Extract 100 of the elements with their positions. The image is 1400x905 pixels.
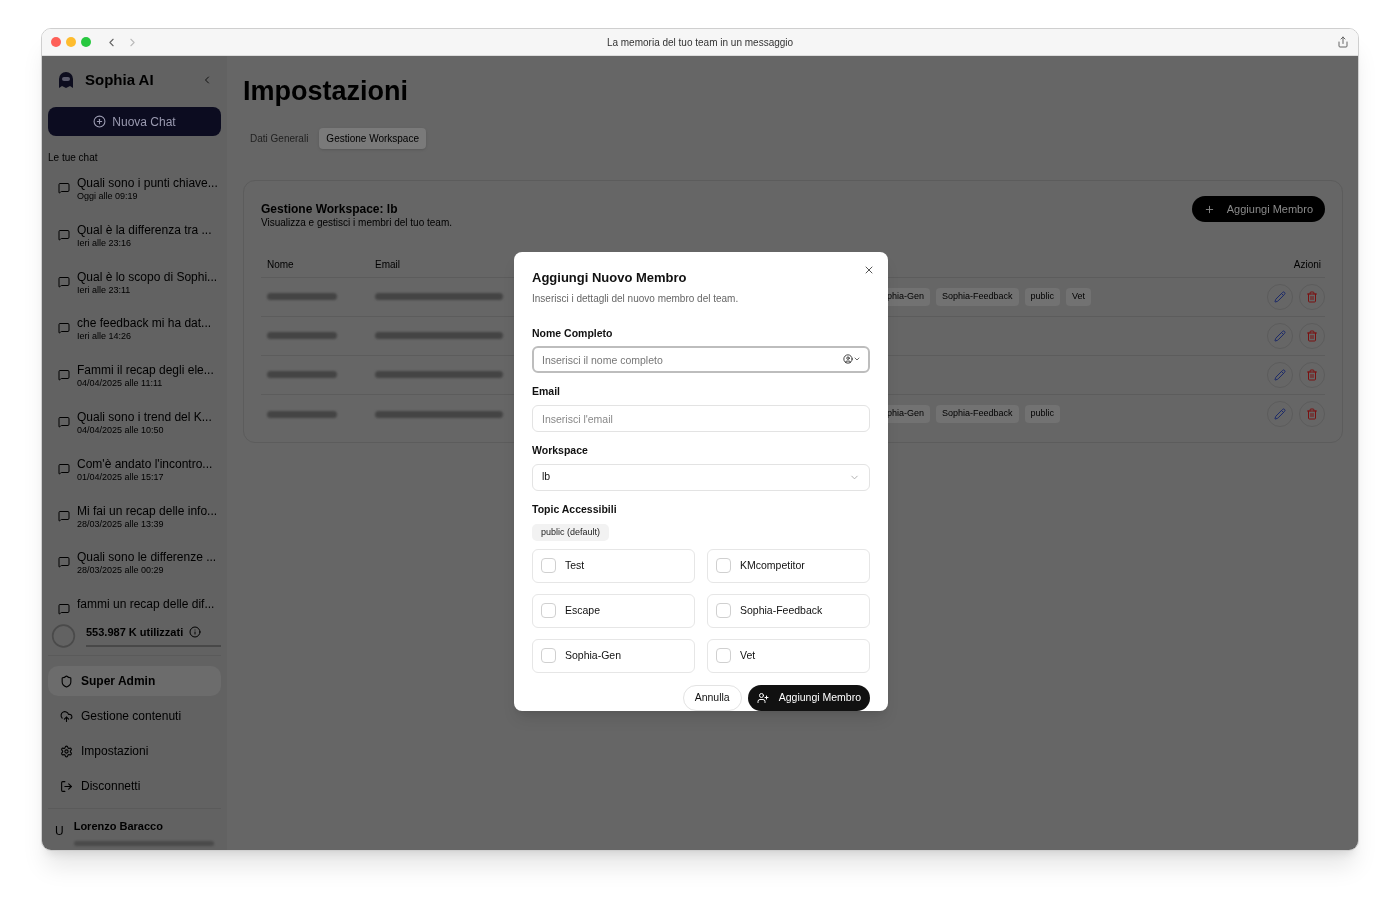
chat-item[interactable]: fammi un recap delle dif... xyxy=(48,598,221,621)
chat-title: Quali sono i punti chiave... xyxy=(77,177,218,189)
tab[interactable]: Dati Generali xyxy=(243,128,316,149)
topic-option[interactable]: Sophia-Gen xyxy=(532,638,695,673)
brand-name: Sophia AI xyxy=(85,69,154,90)
chat-title: Qual è la differenza tra ... xyxy=(77,223,212,236)
chat-item[interactable]: Mi fai un recap delle info... 28/03/2025 alle 13:39 xyxy=(48,504,221,552)
chat-title: Quali sono i trend del K... xyxy=(77,411,212,423)
chat-time: 04/04/2025 alle 11:11 xyxy=(77,379,164,389)
chat-bubble-icon xyxy=(58,416,70,428)
default-topic-tag: public (default) xyxy=(532,523,610,541)
submit-button[interactable]: Aggiungi Membro xyxy=(747,684,870,711)
add-member-button[interactable]: Aggiungi Membro xyxy=(1191,196,1325,222)
section-label: Le tue chat xyxy=(48,151,99,165)
robot-logo-icon xyxy=(56,70,76,90)
chat-time: 28/03/2025 alle 00:29 xyxy=(77,566,165,576)
chat-bubble-icon xyxy=(58,275,70,288)
checkbox[interactable] xyxy=(716,558,731,573)
chat-time: 28/03/2025 alle 13:39 xyxy=(77,519,165,529)
tab[interactable]: Gestione Workspace xyxy=(319,128,426,149)
upload-icon xyxy=(60,709,73,723)
user-initial: U xyxy=(55,823,64,841)
shield-icon xyxy=(60,674,73,688)
chat-title: Mi fai un recap delle info... xyxy=(77,504,218,517)
column-header: Azioni xyxy=(1293,257,1322,272)
nav-item[interactable]: Gestione contenuti xyxy=(48,701,221,732)
chat-bubble-icon xyxy=(58,322,70,335)
topic-option[interactable]: Escape xyxy=(532,593,695,628)
blurred-name xyxy=(267,332,337,339)
name-input[interactable]: Inserisci il nome completo xyxy=(532,346,870,374)
plus-icon xyxy=(1203,203,1215,215)
dialog-title: Aggiungi Nuovo Membro xyxy=(532,269,688,287)
user-name: Lorenzo Baracco xyxy=(73,819,164,835)
usage-text: 553.987 K utilizzati xyxy=(86,624,184,640)
user-circle-icon xyxy=(843,354,853,365)
chat-time: 01/04/2025 alle 15:17 xyxy=(77,472,165,482)
checkbox[interactable] xyxy=(541,603,556,618)
chat-time: Oggi alle 09:19 xyxy=(77,192,139,201)
chat-time: Ieri alle 14:26 xyxy=(77,332,133,342)
card-title: Gestione Workspace: lb xyxy=(261,202,399,217)
logout-icon xyxy=(60,779,73,793)
chat-time: Ieri alle 23:11 xyxy=(77,285,132,295)
chat-title: fammi un recap delle dif... xyxy=(77,598,215,611)
user-plus-icon xyxy=(756,691,769,704)
column-header: Email xyxy=(375,257,400,272)
chat-title: Qual è lo scopo di Sophi... xyxy=(77,270,218,283)
workspace-select[interactable]: lb xyxy=(532,463,870,491)
pencil-icon xyxy=(1274,290,1286,303)
pencil-icon xyxy=(1274,368,1286,381)
chat-bubble-icon xyxy=(58,509,70,522)
field-label: Workspace xyxy=(532,443,589,458)
topic-option[interactable]: KMcompetitor xyxy=(707,548,870,583)
chat-item[interactable]: che feedback mi ha dat... Ieri alle 14:26 xyxy=(48,317,221,365)
email-input[interactable]: Inserisci l'email xyxy=(532,405,870,432)
checkbox[interactable] xyxy=(541,648,556,663)
field-label: Nome Completo xyxy=(532,325,614,341)
window-title: La memoria del tuo team in un messaggio xyxy=(606,35,794,50)
share-icon[interactable] xyxy=(1337,36,1349,48)
info-icon xyxy=(189,626,202,639)
chat-bubble-icon xyxy=(58,369,70,382)
chat-item[interactable]: Fammi il recap degli ele... 04/04/2025 alle 11:11 xyxy=(48,364,221,411)
chat-bubble-icon xyxy=(58,556,70,569)
trash-icon xyxy=(1306,290,1318,303)
dialog-description: Inserisci i dettagli del nuovo membro del team. xyxy=(532,291,740,306)
topic-tag: Sophia-Feedback xyxy=(936,405,1019,423)
pencil-icon xyxy=(1274,408,1286,420)
nav-item[interactable]: Impostazioni xyxy=(48,736,221,767)
topic-tag: Sophia-Feedback xyxy=(936,287,1019,306)
chat-bubble-icon xyxy=(58,228,70,241)
blurred-name xyxy=(267,410,337,418)
chat-item[interactable]: Quali sono le differenze ... 28/03/2025 alle 00:29 xyxy=(48,551,221,599)
topic-tag: public xyxy=(1024,287,1061,306)
trash-icon xyxy=(1306,368,1318,381)
nav-item[interactable]: Super Admin xyxy=(48,666,221,697)
chat-item[interactable]: Qual è la differenza tra ... Ieri alle 23:16 xyxy=(48,223,221,271)
checkbox[interactable] xyxy=(541,558,556,573)
trash-icon xyxy=(1306,329,1318,342)
column-header: Nome xyxy=(266,257,295,272)
nav-item[interactable]: Disconnetti xyxy=(48,771,221,802)
chat-title: Fammi il recap degli ele... xyxy=(77,364,214,377)
plus-circle-icon xyxy=(93,115,107,128)
new-chat-button[interactable]: Nuova Chat xyxy=(48,107,221,136)
checkbox[interactable] xyxy=(716,603,731,618)
pencil-icon xyxy=(1274,329,1286,342)
topic-option[interactable]: Test xyxy=(532,548,695,583)
topic-tag: public xyxy=(1024,405,1061,423)
chat-time: 04/04/2025 alle 10:50 xyxy=(77,426,165,435)
field-label: Email xyxy=(532,384,561,400)
topic-option[interactable]: Vet xyxy=(707,638,870,673)
topic-option[interactable]: Sophia-Feedback xyxy=(707,593,870,628)
chat-item[interactable]: Qual è lo scopo di Sophi... Ieri alle 23:11 xyxy=(48,270,221,318)
topic-tag: Vet xyxy=(1066,287,1092,306)
chat-item[interactable]: Quali sono i trend del K... 04/04/2025 alle 10:50 xyxy=(48,411,221,458)
page-title: Impostazioni xyxy=(243,78,409,105)
close-button[interactable] xyxy=(863,264,875,276)
chat-item[interactable]: Com'è andato l'incontro... 01/04/2025 alle 15:17 xyxy=(48,457,221,505)
checkbox[interactable] xyxy=(716,648,731,663)
chat-item[interactable]: Quali sono i punti chiave... Oggi alle 09:19 xyxy=(48,177,221,224)
settings-icon xyxy=(60,744,73,758)
blurred-name xyxy=(267,293,337,300)
